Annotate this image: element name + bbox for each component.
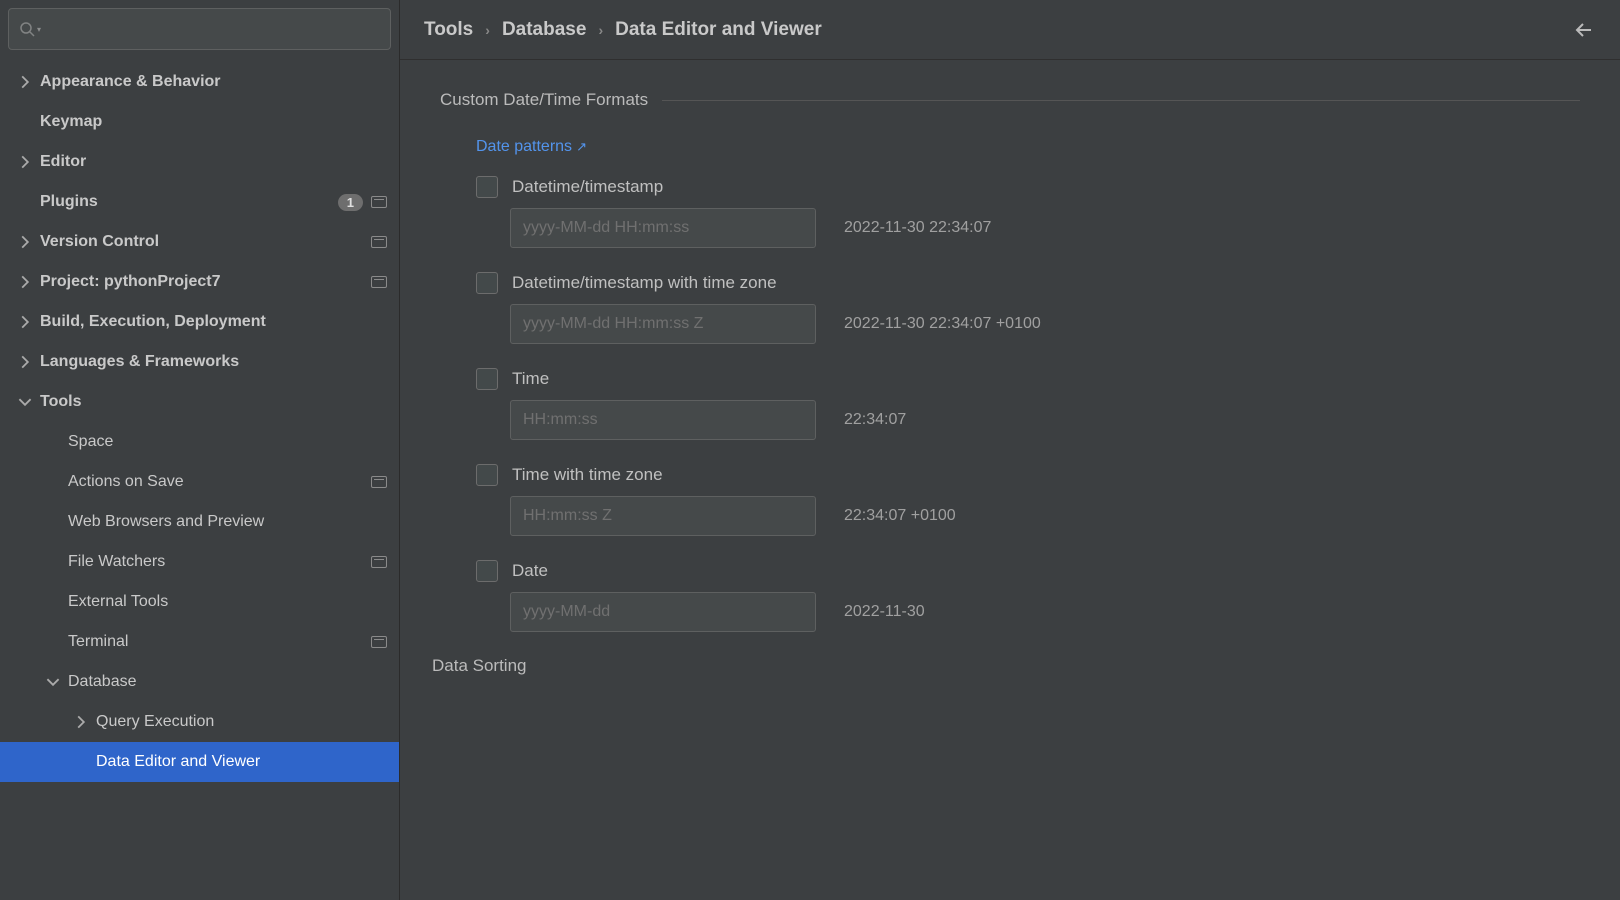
project-scope-icon (371, 476, 387, 488)
date-format-input[interactable] (510, 592, 816, 632)
settings-content: Custom Date/Time Formats Date patterns ↗… (400, 60, 1620, 900)
settings-header: Tools › Database › Data Editor and Viewe… (400, 0, 1620, 60)
chevron-right-icon (18, 75, 32, 89)
checkbox-label: Time (512, 369, 549, 389)
sidebar-item-label: Query Execution (96, 713, 387, 731)
search-input-container[interactable]: ▾ (8, 8, 391, 50)
search-icon (19, 21, 35, 37)
section-title-data-sorting: Data Sorting (432, 656, 1580, 676)
chevron-right-icon (18, 155, 32, 169)
field-date: Date 2022-11-30 (476, 560, 1580, 632)
sidebar-item-plugins[interactable]: Plugins 1 (0, 182, 399, 222)
checkbox-label: Time with time zone (512, 465, 663, 485)
datetime-tz-checkbox[interactable] (476, 272, 498, 294)
breadcrumb-separator-icon: › (598, 22, 603, 38)
project-scope-icon (371, 236, 387, 248)
sidebar-item-label: Project: pythonProject7 (40, 273, 371, 291)
checkbox-label: Datetime/timestamp with time zone (512, 273, 777, 293)
main-panel: Tools › Database › Data Editor and Viewe… (400, 0, 1620, 900)
chevron-down-icon (18, 395, 32, 409)
checkbox-label: Date (512, 561, 548, 581)
time-checkbox[interactable] (476, 368, 498, 390)
sidebar-item-label: Web Browsers and Preview (68, 513, 387, 531)
breadcrumb-item[interactable]: Data Editor and Viewer (615, 19, 822, 41)
checkbox-label: Datetime/timestamp (512, 177, 663, 197)
project-scope-icon (371, 556, 387, 568)
date-checkbox[interactable] (476, 560, 498, 582)
breadcrumb: Tools › Database › Data Editor and Viewe… (424, 19, 822, 41)
chevron-right-icon (18, 315, 32, 329)
plugins-count-badge: 1 (338, 194, 363, 211)
datetime-tz-format-input[interactable] (510, 304, 816, 344)
sidebar-item-external-tools[interactable]: External Tools (0, 582, 399, 622)
time-tz-preview: 22:34:07 +0100 (844, 507, 956, 525)
sidebar-item-file-watchers[interactable]: File Watchers (0, 542, 399, 582)
sidebar-item-space[interactable]: Space (0, 422, 399, 462)
sidebar-item-label: External Tools (68, 593, 387, 611)
project-scope-icon (371, 196, 387, 208)
sidebar-item-label: Database (68, 673, 387, 691)
sidebar-item-label: Data Editor and Viewer (96, 753, 387, 771)
sidebar-item-actions-on-save[interactable]: Actions on Save (0, 462, 399, 502)
sidebar-item-database[interactable]: Database (0, 662, 399, 702)
datetime-preview: 2022-11-30 22:34:07 (844, 219, 991, 237)
section-title-custom-formats: Custom Date/Time Formats (440, 90, 1580, 110)
sidebar-item-query-execution[interactable]: Query Execution (0, 702, 399, 742)
sidebar-item-label: Actions on Save (68, 473, 371, 491)
chevron-down-icon (46, 675, 60, 689)
sidebar-item-editor[interactable]: Editor (0, 142, 399, 182)
sidebar-item-label: Languages & Frameworks (40, 353, 387, 371)
back-arrow-icon[interactable] (1572, 18, 1596, 42)
external-link-icon: ↗ (576, 139, 587, 155)
link-label: Date patterns (476, 138, 572, 156)
sidebar-item-label: File Watchers (68, 553, 371, 571)
sidebar-item-label: Terminal (68, 633, 371, 651)
sidebar-item-label: Version Control (40, 233, 371, 251)
field-time: Time 22:34:07 (476, 368, 1580, 440)
datetime-tz-preview: 2022-11-30 22:34:07 +0100 (844, 315, 1041, 333)
project-scope-icon (371, 276, 387, 288)
project-scope-icon (371, 636, 387, 648)
sidebar-item-tools[interactable]: Tools (0, 382, 399, 422)
breadcrumb-item[interactable]: Tools (424, 19, 473, 41)
field-datetime-tz: Datetime/timestamp with time zone 2022-1… (476, 272, 1580, 344)
sidebar-item-label: Build, Execution, Deployment (40, 313, 387, 331)
sidebar-item-label: Editor (40, 153, 387, 171)
sidebar-item-appearance[interactable]: Appearance & Behavior (0, 62, 399, 102)
sidebar-item-label: Space (68, 433, 387, 451)
settings-sidebar: ▾ Appearance & Behavior Keymap Editor Pl… (0, 0, 400, 900)
chevron-right-icon (18, 235, 32, 249)
chevron-right-icon (74, 715, 88, 729)
chevron-right-icon (18, 355, 32, 369)
time-format-input[interactable] (510, 400, 816, 440)
sidebar-item-label: Plugins (40, 193, 338, 211)
settings-tree: Appearance & Behavior Keymap Editor Plug… (0, 58, 399, 900)
sidebar-item-terminal[interactable]: Terminal (0, 622, 399, 662)
field-datetime: Datetime/timestamp 2022-11-30 22:34:07 (476, 176, 1580, 248)
sidebar-item-project[interactable]: Project: pythonProject7 (0, 262, 399, 302)
sidebar-item-keymap[interactable]: Keymap (0, 102, 399, 142)
date-preview: 2022-11-30 (844, 603, 925, 621)
datetime-checkbox[interactable] (476, 176, 498, 198)
sidebar-item-build[interactable]: Build, Execution, Deployment (0, 302, 399, 342)
time-preview: 22:34:07 (844, 411, 906, 429)
search-dropdown-icon: ▾ (37, 25, 41, 34)
date-patterns-link[interactable]: Date patterns ↗ (476, 138, 587, 156)
sidebar-item-label: Tools (40, 393, 387, 411)
sidebar-item-web-browsers[interactable]: Web Browsers and Preview (0, 502, 399, 542)
time-tz-format-input[interactable] (510, 496, 816, 536)
time-tz-checkbox[interactable] (476, 464, 498, 486)
sidebar-item-version-control[interactable]: Version Control (0, 222, 399, 262)
sidebar-item-languages[interactable]: Languages & Frameworks (0, 342, 399, 382)
breadcrumb-item[interactable]: Database (502, 19, 587, 41)
chevron-right-icon (18, 275, 32, 289)
datetime-format-input[interactable] (510, 208, 816, 248)
sidebar-item-label: Keymap (40, 113, 387, 131)
sidebar-item-label: Appearance & Behavior (40, 73, 387, 91)
sidebar-item-data-editor-viewer[interactable]: Data Editor and Viewer (0, 742, 399, 782)
field-time-tz: Time with time zone 22:34:07 +0100 (476, 464, 1580, 536)
breadcrumb-separator-icon: › (485, 22, 490, 38)
